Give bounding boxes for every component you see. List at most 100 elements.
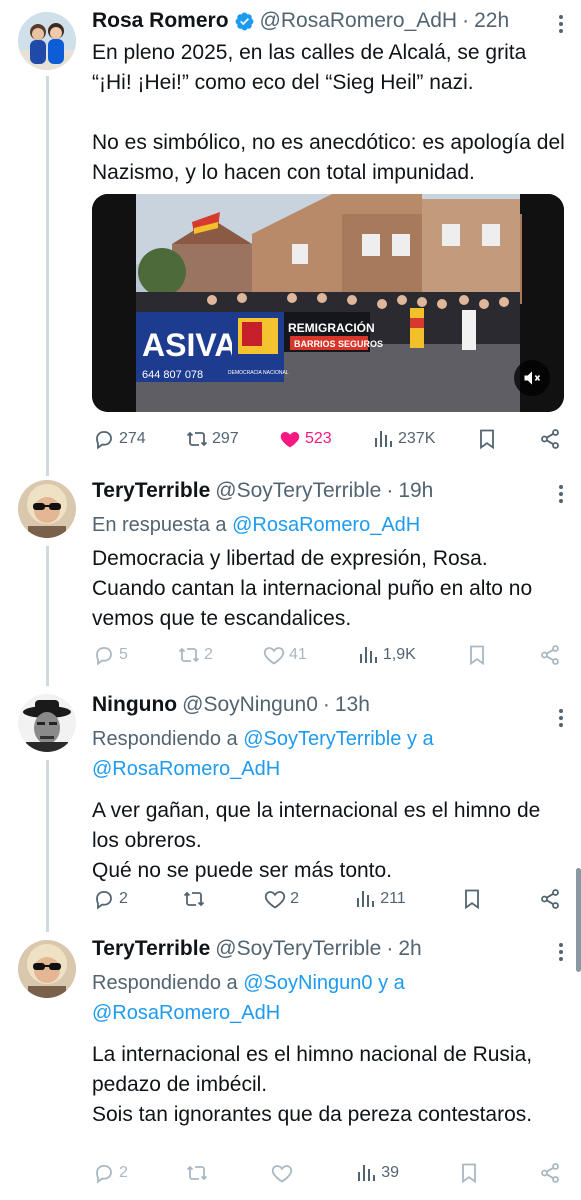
tweet-header: TeryTerrible @SoyTeryTerrible · 19h [92, 478, 567, 504]
share-icon[interactable] [538, 643, 562, 667]
avatar[interactable] [18, 480, 76, 538]
banner-phone: 644 807 078 [142, 369, 203, 381]
reply-count: 5 [119, 646, 128, 663]
bookmark-icon[interactable] [475, 427, 499, 451]
avatar[interactable] [18, 694, 76, 752]
reply-to-link[interactable]: @RosaRomero_AdH [92, 758, 280, 780]
repost-button[interactable] [185, 1161, 212, 1185]
like-button[interactable] [270, 1161, 297, 1185]
like-count: 523 [305, 430, 332, 447]
more-icon[interactable] [551, 482, 571, 506]
bookmark-icon[interactable] [465, 643, 489, 667]
display-name[interactable]: TeryTerrible [92, 936, 210, 962]
handle[interactable]: @SoyTeryTerrible [215, 478, 381, 504]
views-button[interactable]: 39 [354, 1161, 399, 1185]
tweet-actions: 2 39 [92, 1158, 562, 1188]
reply-button[interactable]: 2 [92, 1161, 128, 1185]
views-button[interactable]: 211 [353, 887, 406, 911]
share-icon[interactable] [538, 427, 562, 451]
reply-to-link[interactable]: @SoyNingun0 [243, 972, 372, 994]
repost-icon [183, 891, 205, 907]
reply-button[interactable]: 274 [92, 427, 146, 451]
tweet-text: A ver gañan, que la internacional es el … [92, 799, 541, 882]
more-icon[interactable] [551, 12, 571, 36]
tweet[interactable]: TeryTerrible @SoyTeryTerrible · 2h Respo… [0, 930, 581, 1200]
views-count: 211 [380, 890, 406, 907]
share-icon[interactable] [538, 887, 562, 911]
repost-button[interactable] [182, 887, 209, 911]
scrollbar[interactable] [576, 868, 581, 972]
reply-to-link[interactable]: @SoyTeryTerrible [243, 728, 401, 750]
bookmark-icon[interactable] [460, 887, 484, 911]
views-count: 1,9K [382, 646, 416, 663]
banner-text-barrios: BARRIOS SEGUROS [294, 339, 383, 349]
like-button[interactable]: 2 [263, 887, 299, 911]
repost-icon [186, 431, 208, 447]
more-icon[interactable] [551, 940, 571, 964]
like-button[interactable]: 523 [278, 427, 332, 451]
views-button[interactable]: 237K [371, 427, 435, 451]
handle[interactable]: @RosaRomero_AdH [260, 8, 458, 34]
repost-button[interactable]: 297 [185, 427, 239, 451]
like-count: 41 [289, 646, 307, 663]
reply-to-link[interactable]: @RosaRomero_AdH [232, 514, 420, 536]
separator-dot: · [322, 693, 330, 716]
timestamp[interactable]: 19h [398, 478, 433, 504]
tweet-header: Ninguno @SoyNingun0 · 13h [92, 692, 567, 718]
views-icon [357, 891, 375, 907]
reply-join: y a [378, 972, 405, 994]
reply-button[interactable]: 2 [92, 887, 128, 911]
banner-text-remigracion: REMIGRACIÓN [288, 320, 375, 335]
avatar[interactable] [18, 940, 76, 998]
tweet-video[interactable]: ASIVAS 644 807 078 DEMOCRACIA NACIONAL R… [92, 194, 564, 412]
reply-icon [96, 891, 112, 910]
share-icon[interactable] [538, 1161, 562, 1185]
bookmark-icon[interactable] [457, 1161, 481, 1185]
display-name[interactable]: Ninguno [92, 692, 177, 718]
reply-count: 274 [119, 430, 146, 447]
reply-context: Respondiendo a @SoyNingun0 y a @RosaRome… [92, 968, 567, 1028]
like-button[interactable]: 41 [262, 643, 307, 667]
display-name[interactable]: Rosa Romero [92, 8, 229, 34]
reply-icon [96, 431, 112, 450]
views-icon [358, 1165, 376, 1181]
banner-party: DEMOCRACIA NACIONAL [228, 370, 289, 376]
views-icon [375, 431, 392, 447]
tweet-actions: 274 297 523 237K [92, 424, 562, 454]
tweet-actions: 2 2 211 [92, 884, 562, 914]
timestamp[interactable]: 22h [474, 8, 509, 34]
views-button[interactable]: 1,9K [356, 643, 416, 667]
timestamp[interactable]: 2h [398, 936, 421, 962]
tweet-text: Democracia y libertad de expresión, Rosa… [92, 547, 539, 630]
separator-dot: · [386, 937, 394, 960]
reply-prefix: Respondiendo a [92, 728, 238, 750]
tweet[interactable]: Ninguno @SoyNingun0 · 13h Respondiendo a… [0, 684, 581, 932]
reply-icon [96, 1165, 112, 1184]
reply-prefix: Respondiendo a [92, 972, 238, 994]
avatar[interactable] [18, 12, 76, 70]
reply-count: 2 [119, 890, 128, 907]
tweet-actions: 5 2 41 1,9K [92, 640, 562, 670]
reply-to-link[interactable]: @RosaRomero_AdH [92, 1002, 280, 1024]
reply-context: En respuesta a @RosaRomero_AdH [92, 510, 567, 540]
handle[interactable]: @SoyTeryTerrible [215, 936, 381, 962]
display-name[interactable]: TeryTerrible [92, 478, 210, 504]
timestamp[interactable]: 13h [335, 692, 370, 718]
repost-icon [187, 1165, 208, 1181]
like-icon [265, 891, 286, 909]
repost-button[interactable]: 2 [177, 643, 213, 667]
more-icon[interactable] [551, 706, 571, 730]
views-icon [359, 647, 377, 663]
mute-icon[interactable] [514, 360, 550, 396]
repost-count: 2 [204, 646, 213, 663]
verified-badge-icon [235, 12, 253, 30]
separator-dot: · [386, 479, 394, 502]
tweet[interactable]: Rosa Romero @RosaRomero_AdH · 22h En ple… [0, 0, 581, 470]
reply-button[interactable]: 5 [92, 643, 128, 667]
tweet-header: Rosa Romero @RosaRomero_AdH · 22h [92, 8, 567, 34]
tweet[interactable]: TeryTerrible @SoyTeryTerrible · 19h En r… [0, 470, 581, 690]
like-icon [280, 432, 300, 448]
repost-icon [178, 647, 200, 663]
reply-count: 2 [119, 1164, 128, 1181]
handle[interactable]: @SoyNingun0 [182, 692, 318, 718]
